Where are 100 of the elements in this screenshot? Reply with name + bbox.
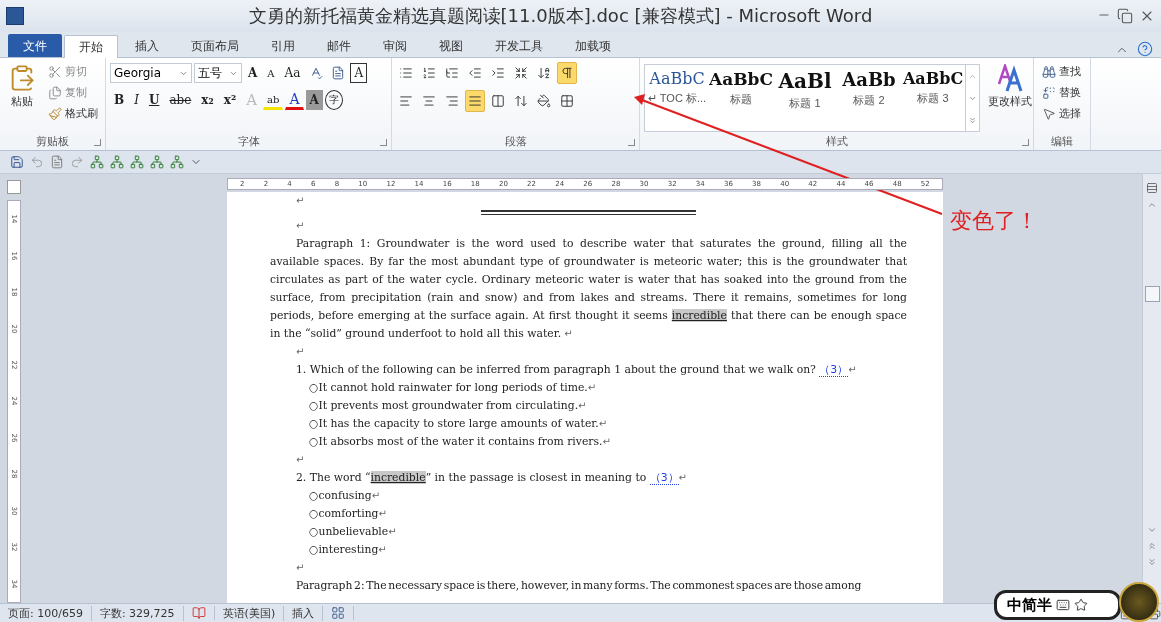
distribute-icon: [491, 94, 505, 108]
tab-stop-button[interactable]: [7, 180, 21, 194]
scroll-thumb[interactable]: [1144, 286, 1160, 302]
scroll-up-icon: [1147, 200, 1157, 210]
redo-icon: [70, 155, 84, 169]
justify-button[interactable]: [465, 90, 485, 112]
word-logo-icon: [6, 7, 24, 25]
align-center-icon: [422, 94, 436, 108]
spell-icon: [309, 66, 324, 80]
decrease-indent-icon: [468, 66, 482, 80]
document-icon: [50, 155, 64, 169]
document-icon: [331, 66, 346, 80]
ribbon-tab[interactable]: 视图: [424, 34, 478, 57]
group-label: 字体: [106, 132, 391, 150]
copy-icon: [48, 85, 62, 100]
answer-option: ○It has the capacity to store large amounts of water.↵: [296, 415, 907, 433]
group-label: 段落: [392, 132, 639, 150]
ribbon-tab[interactable]: 邮件: [312, 34, 366, 57]
pointer-icon: [1042, 106, 1056, 121]
format-painter-button[interactable]: 格式刷: [44, 104, 102, 123]
language-status[interactable]: 英语(美国): [214, 605, 285, 621]
save-icon: [10, 155, 24, 169]
org-chart-icon: [90, 155, 104, 169]
change-styles-button[interactable]: 更改样式: [984, 62, 1036, 132]
multilevel-list-icon: [445, 66, 459, 80]
question-text: 2. The word “incredible” in the passage is closest in meaning to （3）↵: [295, 470, 688, 487]
border-icon: [560, 94, 574, 108]
paragraph-mark: ↵: [296, 346, 305, 357]
ribbon-tab[interactable]: 插入: [120, 34, 174, 57]
select-button[interactable]: 选择: [1038, 104, 1085, 123]
character-border-button[interactable]: A: [350, 63, 368, 83]
bold-button[interactable]: B: [110, 90, 129, 110]
find-button[interactable]: 查找: [1038, 62, 1085, 81]
paste-button[interactable]: 粘贴: [4, 62, 40, 132]
align-left-icon: [399, 94, 413, 108]
page-count[interactable]: 页面: 100/659: [0, 605, 92, 621]
ribbon-tab[interactable]: 引用: [256, 34, 310, 57]
answer-option: ○It absorbs most of the water it contains from rivers.↵: [296, 433, 907, 451]
character-shading-button[interactable]: A: [305, 90, 323, 110]
styles-icon: [997, 64, 1023, 92]
org-chart-icon: [170, 155, 184, 169]
star-icon: [1074, 598, 1088, 612]
cut-button[interactable]: 剪切: [44, 62, 102, 81]
answer-option: ○It prevents most groundwater from circulating.↵: [296, 397, 907, 415]
word-count[interactable]: 字数: 329,725: [91, 605, 184, 621]
file-tab[interactable]: 文件: [8, 34, 62, 57]
style-item[interactable]: AaBbC 标题 3: [901, 65, 965, 131]
paragraph-mark-button[interactable]: [557, 62, 577, 84]
font-size-field[interactable]: 五号: [194, 63, 242, 83]
paragraph-text: Paragraph 2: The necessary space is there, however, in many forms. The commonest spaces are those among: [295, 578, 863, 594]
ribbon-tab[interactable]: 页面布局: [176, 34, 254, 57]
style-item[interactable]: AaBb 标题 2: [837, 65, 901, 131]
undo-icon: [30, 155, 44, 169]
grow-font-button[interactable]: A: [244, 63, 262, 83]
paragraph-mark: ↵: [296, 454, 305, 465]
sort-icon: [537, 66, 551, 80]
align-right-icon: [445, 94, 459, 108]
replace-icon: [1042, 85, 1056, 100]
ribbon-tab[interactable]: 加载项: [560, 34, 626, 57]
bullet-list-icon: [399, 66, 413, 80]
previous-page-icon: [1147, 541, 1157, 551]
proofing-icon: [191, 606, 206, 620]
keyboard-icon: [1056, 598, 1070, 612]
ime-toolbar[interactable]: 中简半: [994, 590, 1121, 620]
shrink-font-button[interactable]: A: [263, 63, 279, 83]
font-name-field[interactable]: Georgia: [110, 63, 192, 83]
subscript-button[interactable]: x₂: [197, 90, 218, 110]
restore-icon: [1117, 8, 1133, 24]
paragraph-mark-icon: [560, 66, 574, 80]
strikethrough-button[interactable]: abe: [165, 90, 196, 110]
highlight-button[interactable]: ab: [263, 90, 284, 110]
org-chart-icon: [110, 155, 124, 169]
more-icon: [968, 115, 977, 125]
replace-button[interactable]: 替换: [1038, 83, 1085, 102]
ribbon-tab[interactable]: 开始: [64, 35, 118, 58]
paragraph-text: Paragraph 1: Groundwater is the word used to describe water that saturates the ground, filling all the available spaces. By far the most abundant type of groundwater is meteoric water; this is the groundwater that circulates as part of the water cycle. Ordinary meteoric water is water that has soaked into the ground from the surface, from precipitation (rain and snow) and from lakes and streams. There it remains, sometimes for long periods, before emerging at the surface again. At first thought it seems incredible that there can be enough space in the “solid” ground underfoot to hold all this water. ↵: [270, 236, 907, 342]
paragraph-mark: ↵: [296, 220, 305, 231]
style-item[interactable]: AaBbC ↵ TOC 标...: [645, 65, 709, 131]
italic-button[interactable]: I: [130, 90, 143, 110]
brush-icon: [48, 106, 62, 121]
answer-option: ○interesting↵: [296, 541, 907, 559]
change-case-button[interactable]: Aa: [280, 63, 305, 83]
copy-button[interactable]: 复制: [44, 83, 102, 102]
numbered-list-icon: [422, 66, 436, 80]
answer-option: ○comforting↵: [296, 505, 907, 523]
group-label: 剪贴板: [0, 132, 105, 150]
help-icon: [1137, 41, 1153, 57]
ribbon-tab[interactable]: 开发工具: [480, 34, 558, 57]
increase-indent-icon: [491, 66, 505, 80]
group-label: 编辑: [1050, 133, 1074, 150]
font-color-button[interactable]: A: [285, 90, 304, 110]
insert-mode[interactable]: 插入: [284, 605, 324, 621]
style-item[interactable]: AaBbC 标题: [709, 65, 773, 131]
superscript-button[interactable]: x²: [219, 90, 241, 110]
asian-layout-icon: [514, 66, 528, 80]
style-item[interactable]: AaBl 标题 1: [773, 65, 837, 131]
org-chart-icon: [150, 155, 164, 169]
underline-button[interactable]: U: [144, 90, 164, 110]
ribbon-tab[interactable]: 审阅: [368, 34, 422, 57]
binoculars-icon: [1042, 64, 1056, 79]
